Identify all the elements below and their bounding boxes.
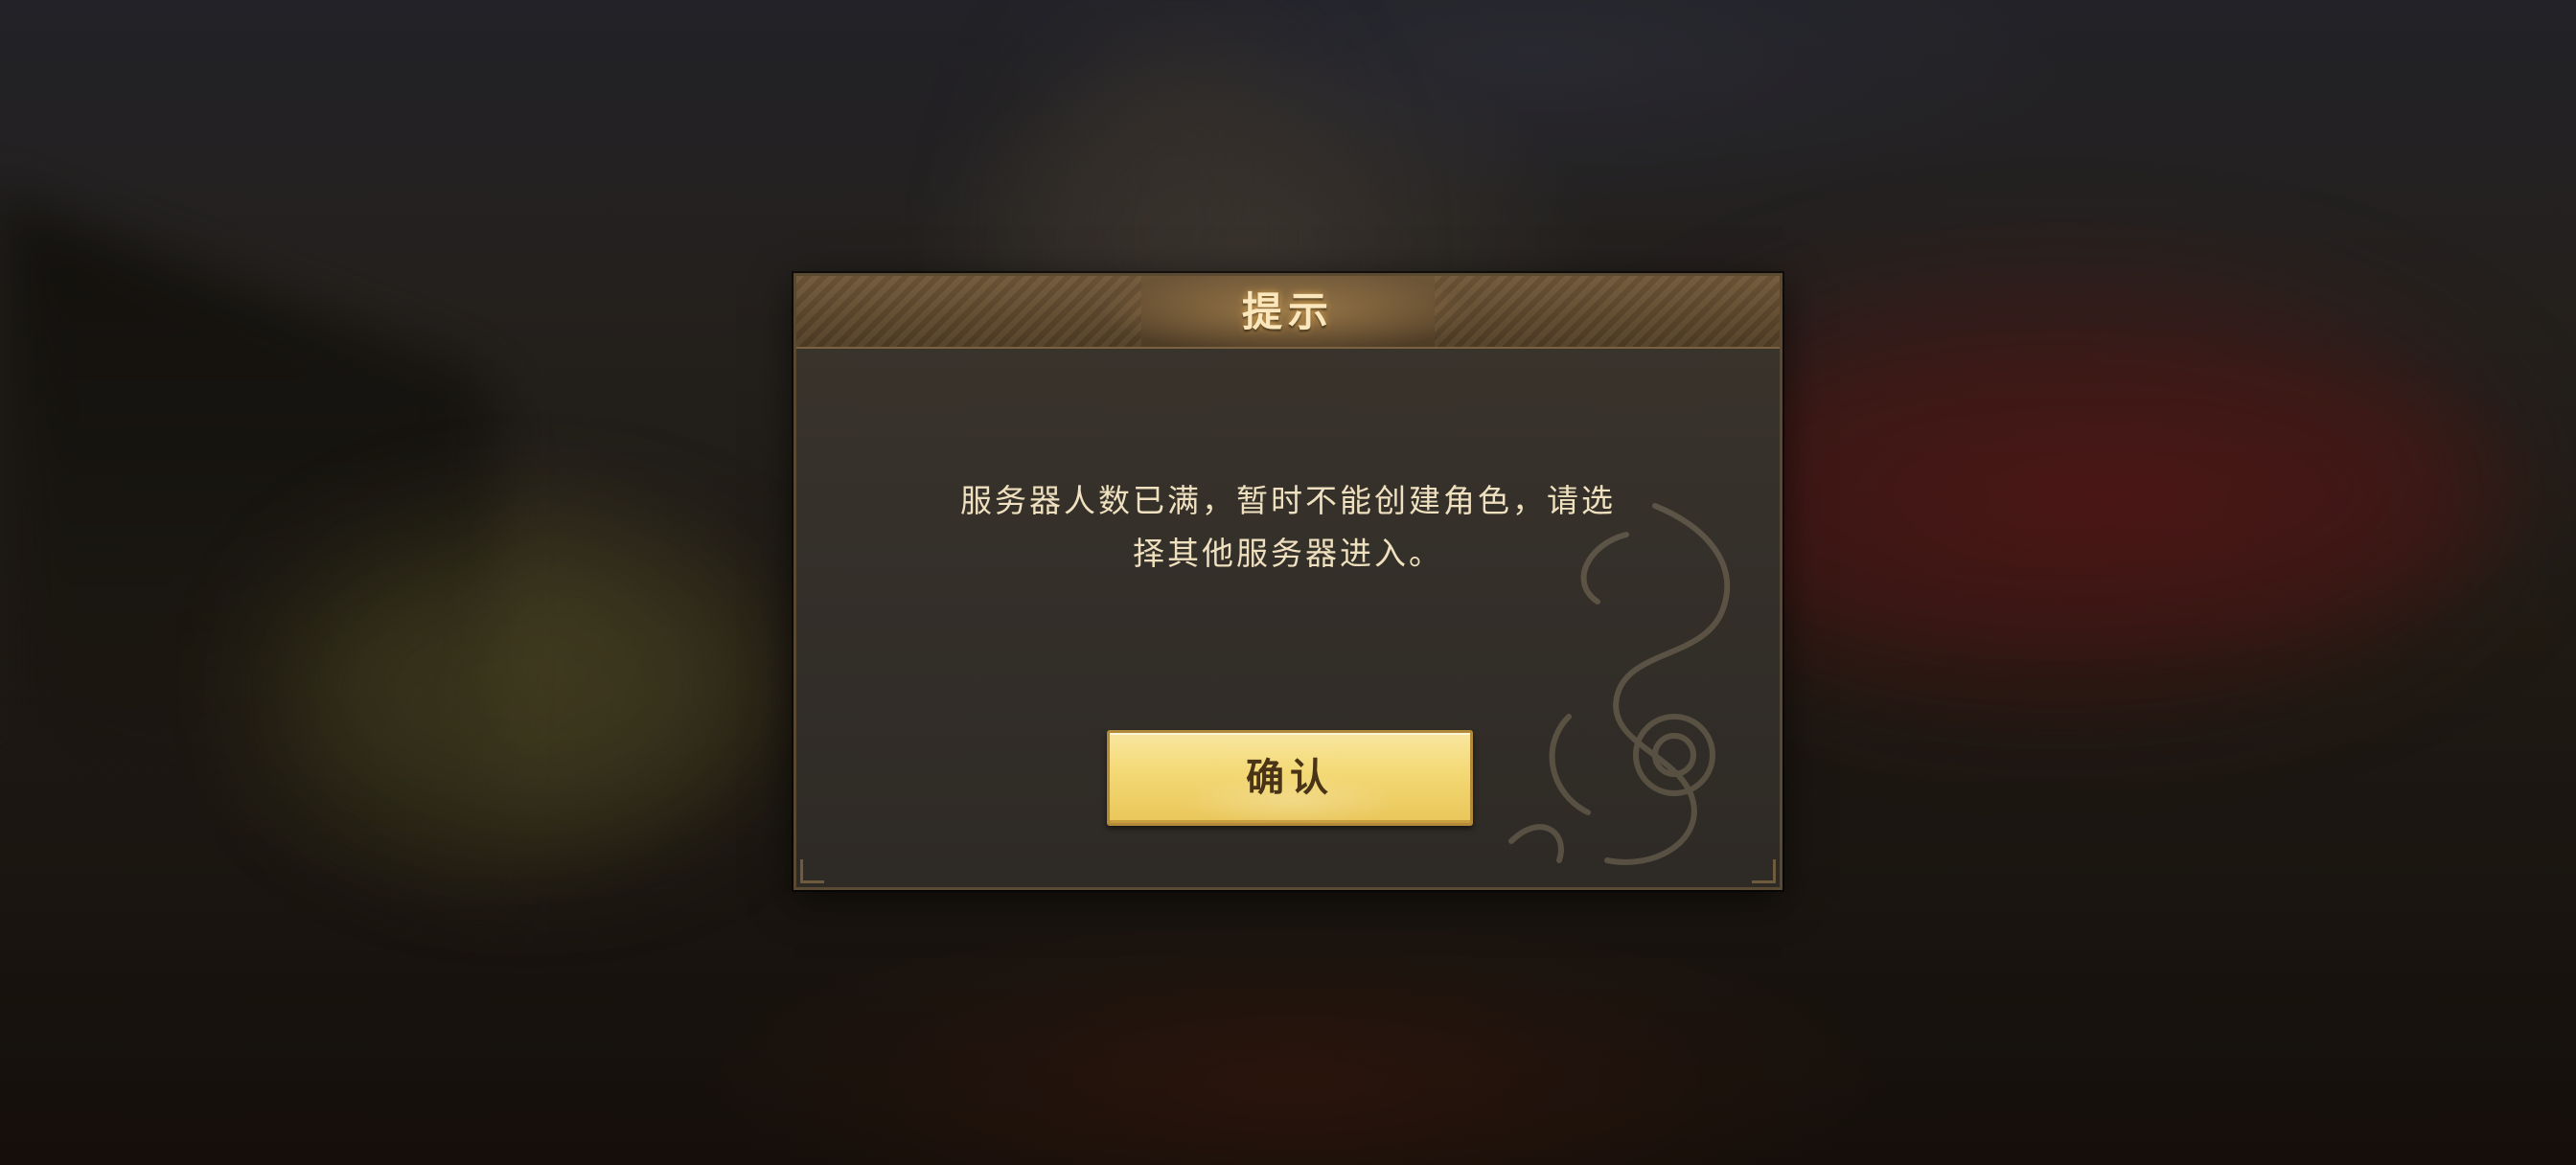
dialog-title: 提示	[1241, 288, 1334, 335]
dialog-message: 服务器人数已满，暂时不能创建角色，请选 择其他服务器进入。	[892, 474, 1684, 580]
message-line-2: 择其他服务器进入。	[1133, 535, 1443, 572]
confirm-button[interactable]: 确认	[1107, 730, 1473, 826]
confirm-button-label: 确认	[1246, 755, 1334, 800]
corner-ornament-left	[800, 859, 824, 883]
corner-ornament-right	[1752, 859, 1776, 883]
message-line-1: 服务器人数已满，暂时不能创建角色，请选	[960, 482, 1616, 519]
notice-dialog: 提示 服务器人数已满，暂时不能创建角色，请选 择其他服务器进入。 确认	[794, 273, 1782, 890]
dialog-header: 提示	[796, 276, 1780, 349]
